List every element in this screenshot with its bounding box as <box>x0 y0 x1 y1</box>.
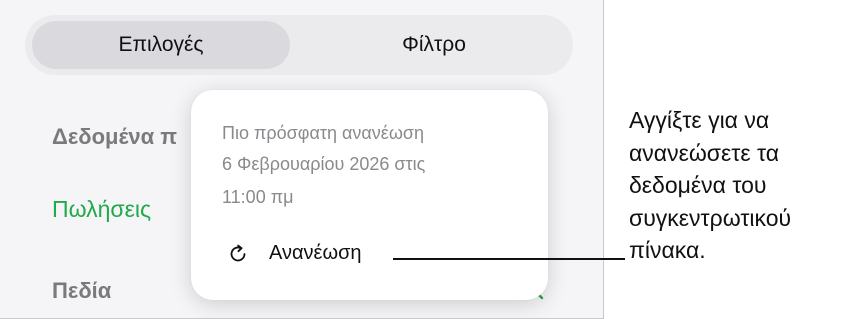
callout-line: δεδομένα του <box>629 172 767 198</box>
last-refresh-label: Πιο πρόσφατη ανανέωση <box>222 123 424 143</box>
last-refresh-time: 11:00 πμ <box>222 187 294 207</box>
refresh-icon <box>230 244 246 261</box>
pivot-options-panel: Επιλογές Φίλτρο Δεδομένα π Πωλήσεις Πεδί… <box>0 0 604 319</box>
data-section-heading: Δεδομένα π <box>52 124 178 149</box>
callout-line: συγκεντρωτικού <box>629 204 792 231</box>
callout-line: πίνακα. <box>629 237 706 263</box>
refresh-button-label: Ανανέωση <box>269 242 362 264</box>
callout-leader-line <box>393 258 625 260</box>
refresh-popover: Πιο πρόσφατη ανανέωση 6 Φεβρουαρίου 2026… <box>191 90 548 300</box>
tab-options[interactable]: Επιλογές <box>32 21 290 69</box>
fields-section-heading: Πεδία <box>52 278 112 303</box>
data-source-link[interactable]: Πωλήσεις <box>52 196 151 223</box>
tab-filter[interactable]: Φίλτρο <box>303 21 565 69</box>
callout-text: Αγγίξτε για να ανανεώσετε τα δεδομένα το… <box>629 104 791 267</box>
view-segmented-control: Επιλογές Φίλτρο <box>25 15 573 75</box>
callout-line: ανανεώσετε τα <box>629 139 780 166</box>
callout-line: Αγγίξτε για να <box>629 107 770 133</box>
refresh-button[interactable]: Ανανέωση <box>227 242 362 265</box>
last-refresh-date: 6 Φεβρουαρίου 2026 στις <box>222 154 426 174</box>
